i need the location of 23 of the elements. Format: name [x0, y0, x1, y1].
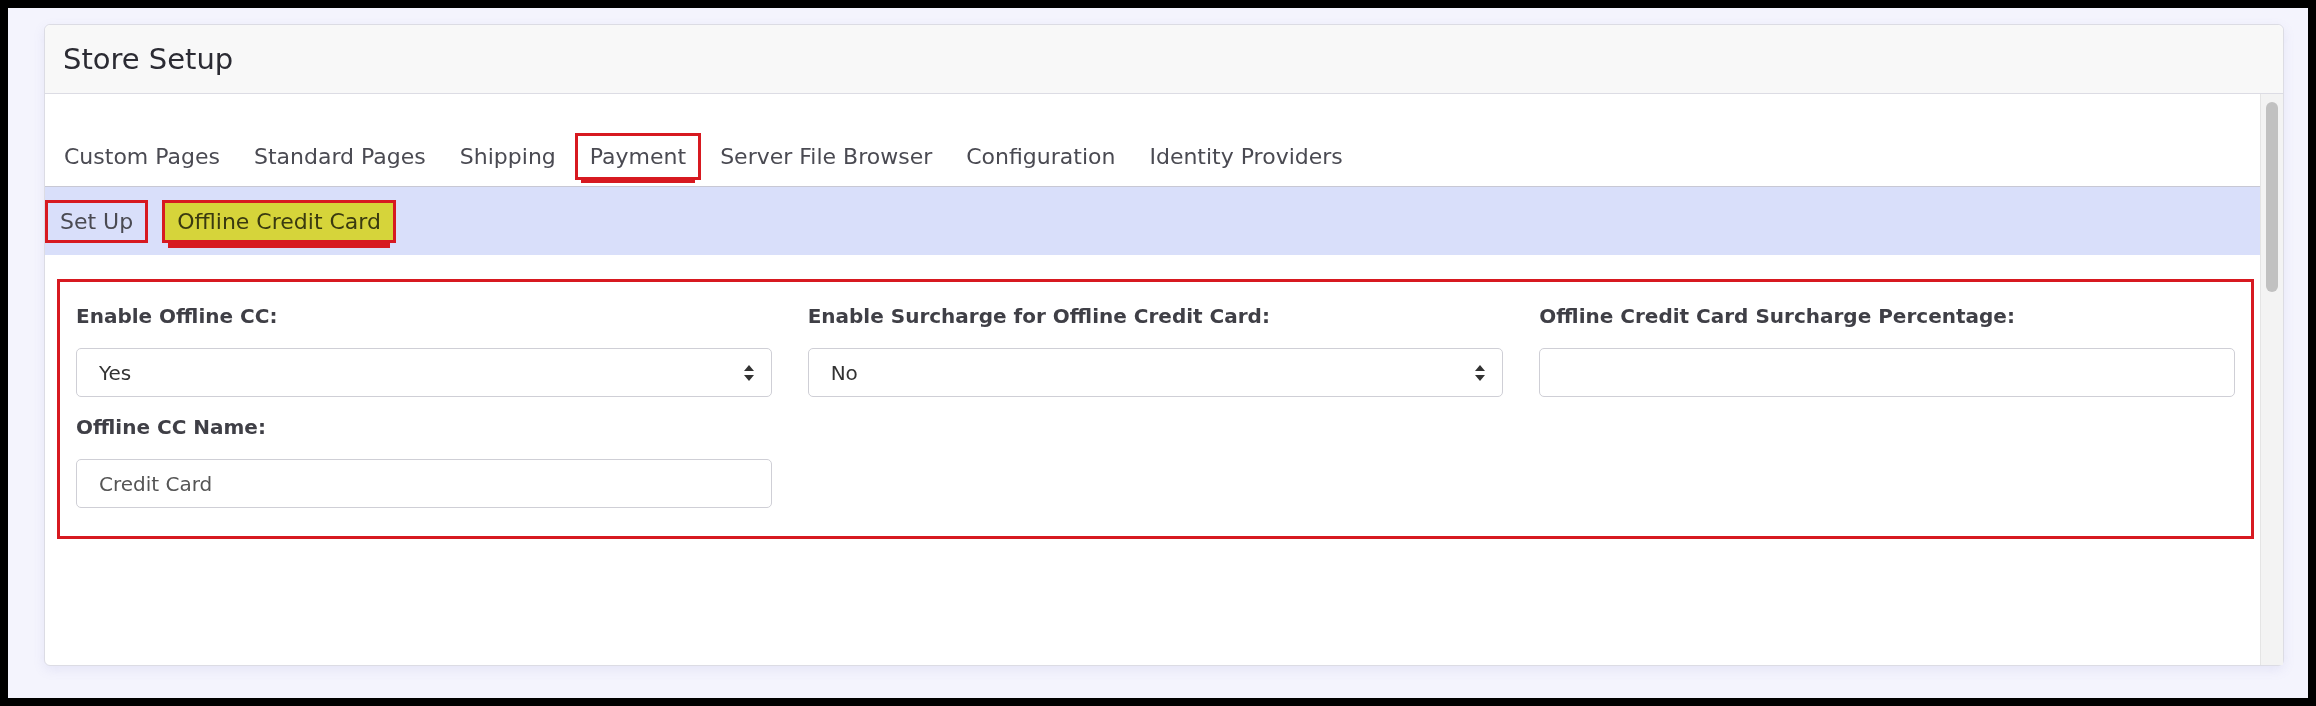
tab[interactable]: Server File Browser [705, 133, 948, 180]
tab[interactable]: Shipping [444, 133, 571, 180]
select-dropdown[interactable]: Yes [76, 348, 772, 397]
select-value: Yes [99, 360, 132, 385]
subtab[interactable]: Set Up [45, 199, 149, 243]
sort-caret-icon [1474, 363, 1487, 382]
select-value: No [830, 360, 858, 385]
sort-caret-icon [742, 363, 755, 382]
tab[interactable]: Standard Pages [239, 133, 441, 180]
text-input-field[interactable] [1539, 348, 2235, 397]
field-label: Offline Credit Card Surcharge Percentage: [1539, 304, 2016, 328]
scrollbar-thumb[interactable] [2266, 102, 2278, 292]
field-label: Offline CC Name: [76, 415, 267, 439]
scrollbar[interactable] [2260, 94, 2283, 665]
select-dropdown[interactable]: No [807, 348, 1504, 397]
panel-title: Store Setup [63, 42, 234, 76]
tab[interactable]: Payment [574, 133, 702, 180]
field-label: Enable Offline CC: [76, 304, 279, 328]
tab[interactable]: Configuration [951, 133, 1131, 180]
tab[interactable]: Custom Pages [49, 133, 235, 180]
text-input-field[interactable]: Credit Card [76, 459, 772, 508]
field-label: Enable Surcharge for Offline Credit Card: [807, 304, 1271, 328]
tab[interactable]: Identity Providers [1134, 133, 1358, 180]
